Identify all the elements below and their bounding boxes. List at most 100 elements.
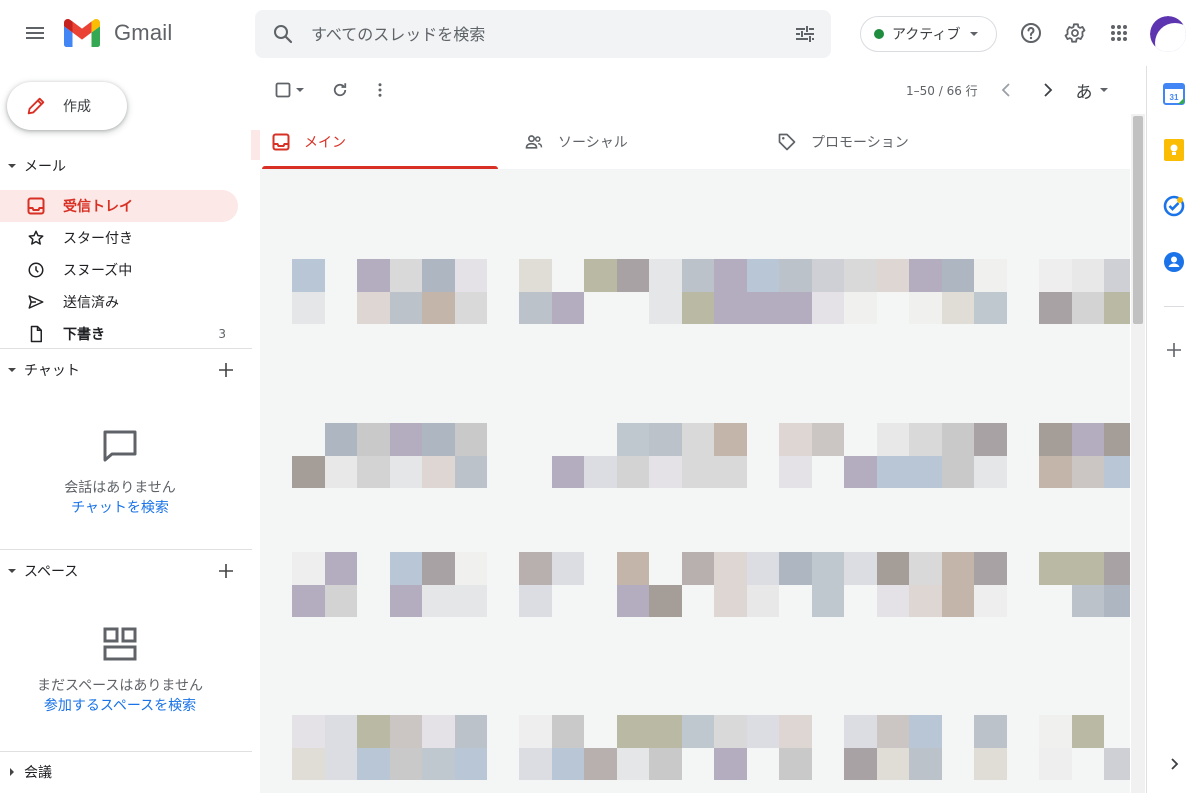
avatar[interactable]	[1150, 16, 1186, 52]
sidebar-item-snoozed[interactable]: スヌーズ中	[0, 254, 238, 286]
meet-section-header[interactable]: 会議	[0, 756, 252, 788]
email-row[interactable]	[260, 552, 1130, 652]
pixel-cell	[1071, 715, 1104, 748]
caret-down-icon	[8, 164, 16, 168]
nav-active-indicator	[251, 130, 260, 160]
pixel-cell	[974, 552, 1007, 585]
top-bar: Gmail アクティブ	[0, 0, 1200, 66]
chat-empty-state: 会話はありません チャットを検索	[0, 426, 240, 518]
pixel-cell	[746, 259, 779, 292]
previous-page-button[interactable]	[995, 78, 1019, 102]
pixel-cell	[584, 585, 617, 618]
pixel-cell	[422, 423, 455, 456]
search-icon[interactable]	[271, 22, 295, 46]
sidebar-item-drafts[interactable]: 下書き 3	[0, 318, 238, 350]
pixel-cell	[812, 456, 845, 489]
select-checkbox-button[interactable]	[272, 78, 308, 102]
gmail-logo[interactable]: Gmail	[64, 16, 172, 50]
pixel-cell	[389, 423, 422, 456]
apps-icon	[1111, 25, 1127, 41]
pixel-cell	[811, 584, 844, 617]
spaces-section-header[interactable]: スペース	[0, 555, 252, 587]
pixel-cell	[616, 423, 649, 456]
meet-section-label: 会議	[24, 765, 52, 781]
section-divider	[0, 348, 252, 349]
more-options-button[interactable]	[368, 78, 392, 102]
help-button[interactable]	[1015, 17, 1047, 49]
main-menu-button[interactable]	[15, 13, 55, 53]
pixel-cell	[844, 291, 877, 324]
get-addons-button[interactable]	[1162, 338, 1186, 362]
pixel-cell	[1104, 291, 1130, 324]
input-tools-button[interactable]: あ	[1072, 78, 1112, 103]
app-name: Gmail	[114, 20, 173, 45]
search-bar[interactable]	[255, 10, 831, 58]
section-divider	[0, 751, 252, 752]
sidebar-item-starred[interactable]: スター付き	[0, 222, 238, 254]
pixel-cell	[812, 715, 845, 748]
pixel-cell	[519, 291, 552, 324]
chevron-right-icon	[1171, 758, 1179, 770]
keep-button[interactable]	[1162, 138, 1186, 162]
filter-icon[interactable]	[793, 22, 817, 46]
pixel-cell	[325, 259, 358, 292]
pixel-cell	[422, 455, 455, 488]
pixel-cell	[811, 423, 844, 456]
list-scrollbar-thumb[interactable]	[1133, 116, 1143, 324]
email-row[interactable]	[260, 227, 1130, 327]
refresh-button[interactable]	[328, 78, 352, 102]
pixel-cell	[519, 747, 552, 780]
pixel-cell	[649, 259, 682, 292]
new-space-button[interactable]	[214, 559, 238, 583]
email-row[interactable]	[260, 715, 1130, 793]
compose-button[interactable]: 作成	[7, 82, 127, 130]
pixel-cell	[1071, 423, 1104, 456]
next-page-button[interactable]	[1035, 78, 1059, 102]
status-label: アクティブ	[892, 27, 961, 43]
spaces-search-link[interactable]: 参加するスペースを検索	[0, 696, 240, 716]
settings-button[interactable]	[1059, 17, 1091, 49]
chat-search-link[interactable]: チャットを検索	[0, 498, 240, 518]
new-chat-button[interactable]	[214, 358, 238, 382]
apps-button[interactable]	[1103, 17, 1135, 49]
pixel-cell	[909, 584, 942, 617]
pixel-cell	[584, 552, 617, 585]
pixelated-content	[292, 259, 487, 324]
expand-side-panel-button[interactable]	[1162, 752, 1186, 776]
email-row[interactable]	[260, 423, 1130, 523]
pixel-cell	[357, 747, 390, 780]
pixel-cell	[551, 715, 584, 748]
chevron-down-icon	[296, 88, 304, 92]
calendar-button[interactable]: 31	[1162, 82, 1186, 106]
calendar-day: 31	[1170, 93, 1179, 102]
chat-empty-text: 会話はありません	[64, 480, 176, 496]
sidebar-item-sent[interactable]: 送信済み	[0, 286, 238, 318]
chat-section-header[interactable]: チャット	[0, 354, 252, 386]
tab-social[interactable]: ソーシャル	[512, 114, 762, 170]
pixel-cell	[779, 259, 812, 292]
status-dropdown[interactable]: アクティブ	[860, 16, 997, 52]
pixel-cell	[617, 292, 650, 325]
pixel-cell	[1039, 455, 1072, 488]
pixel-cell	[974, 455, 1007, 488]
pixel-cell	[422, 259, 455, 292]
pixel-cell	[616, 259, 649, 292]
pixel-cell	[389, 291, 422, 324]
caret-down-icon	[8, 569, 16, 573]
mail-section-header[interactable]: メール	[0, 150, 252, 182]
search-input[interactable]	[311, 10, 771, 58]
list-toolbar: 1–50 / 66 行 あ	[260, 66, 1145, 114]
tab-promotions[interactable]: プロモーション	[765, 114, 1015, 170]
chat-section-label: チャット	[24, 363, 80, 379]
add-icon	[1167, 343, 1181, 357]
spaces-section-label: スペース	[24, 564, 79, 580]
tab-primary[interactable]: メイン	[260, 114, 498, 170]
sidebar-item-inbox[interactable]: 受信トレイ	[0, 190, 238, 222]
pixel-cell	[552, 423, 585, 456]
tasks-button[interactable]	[1162, 194, 1186, 218]
tab-label: ソーシャル	[558, 135, 628, 151]
contacts-button[interactable]	[1162, 250, 1186, 274]
pixel-cell	[974, 259, 1007, 292]
pixel-cell	[747, 456, 780, 489]
tasks-icon	[1163, 195, 1185, 217]
